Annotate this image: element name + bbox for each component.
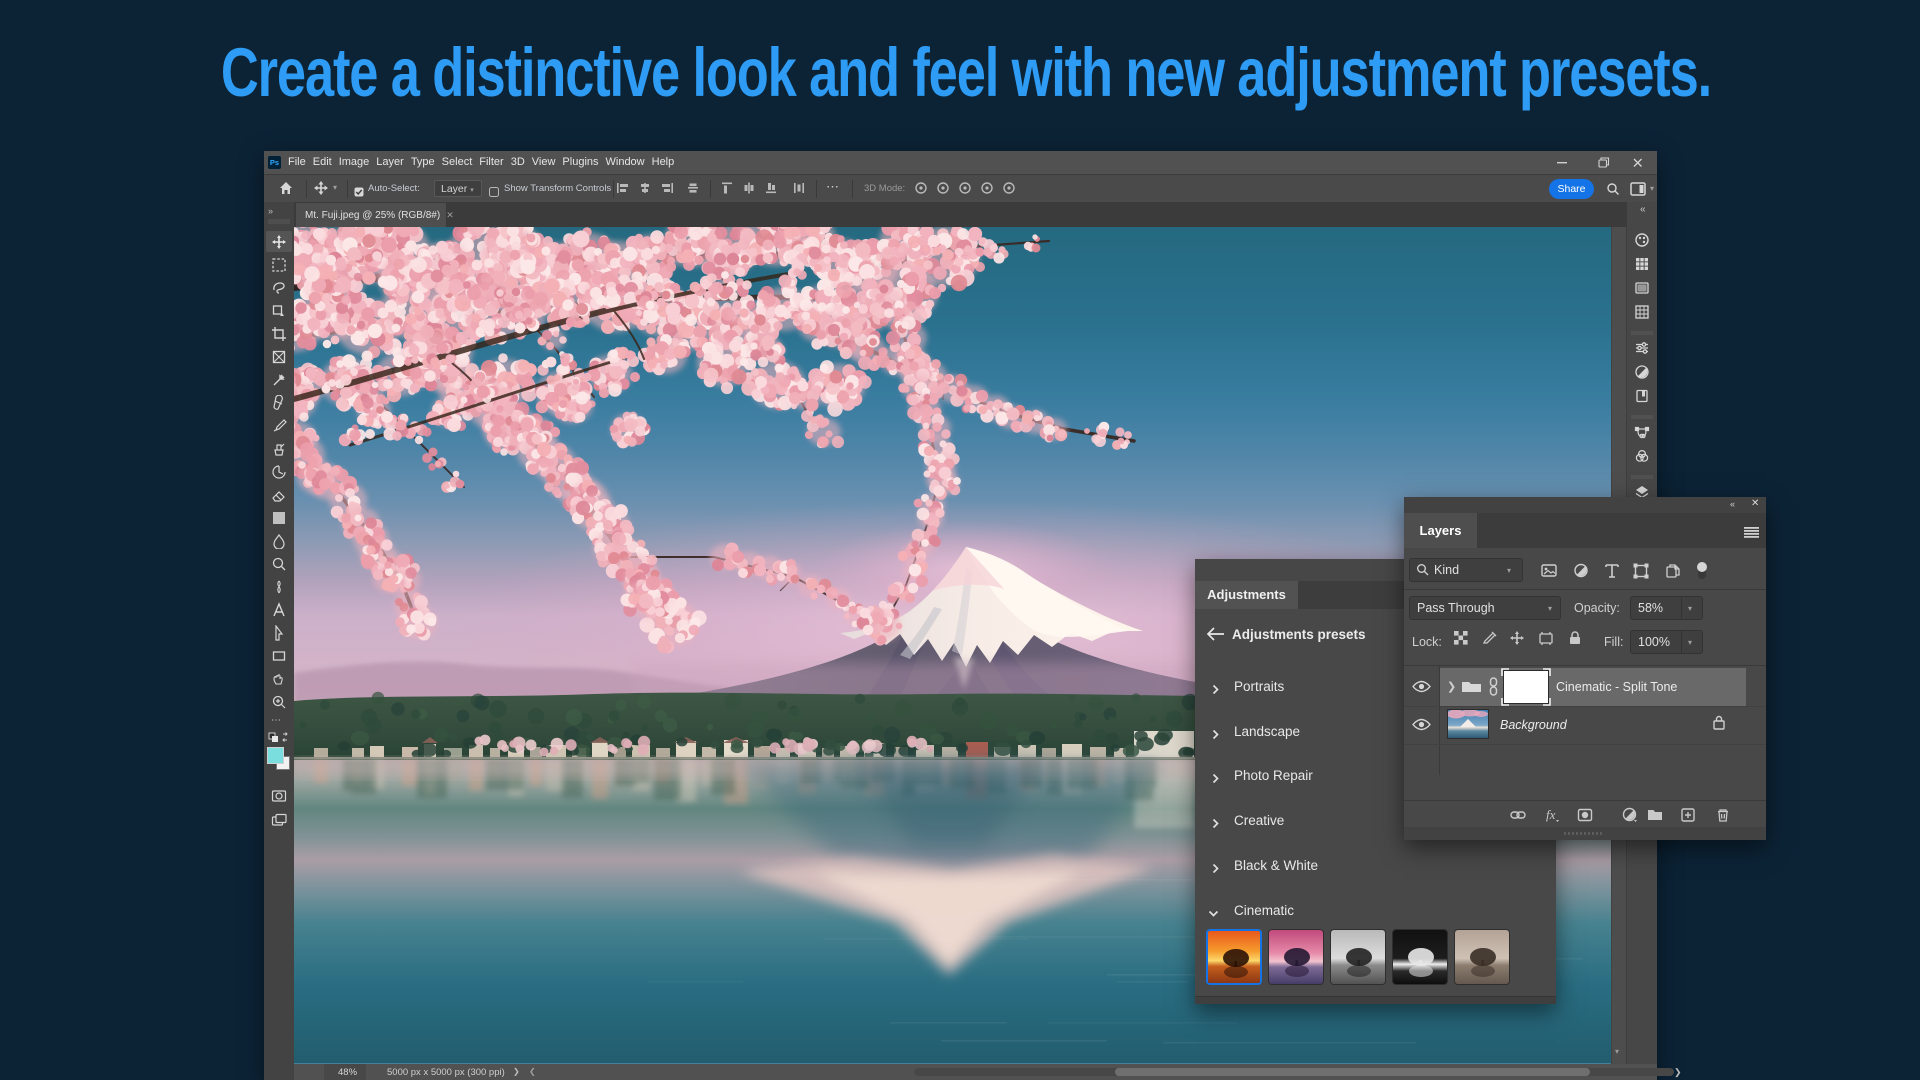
svg-text:fx: fx	[1546, 807, 1556, 822]
